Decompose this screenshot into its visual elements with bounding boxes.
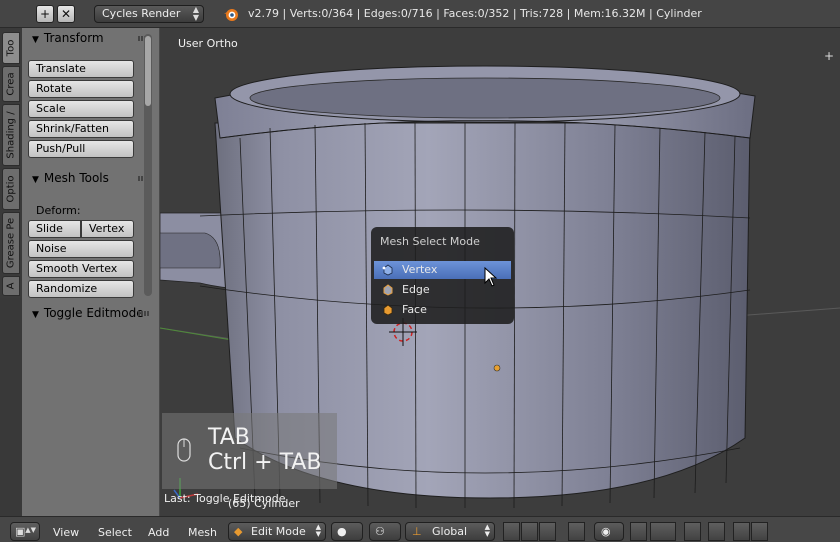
slide-vertex-button[interactable]: Vertex — [81, 220, 134, 238]
keystroke-line-2: Ctrl + TAB — [208, 450, 322, 475]
delete-screen-button[interactable]: ✕ — [57, 5, 75, 23]
translate-button[interactable]: Translate — [28, 60, 134, 78]
edit-mode-icon: ◆ — [234, 525, 243, 538]
render-engine-label: Cycles Render — [102, 7, 181, 20]
snap-toggle-button[interactable] — [630, 522, 647, 541]
mode-select[interactable]: ◆ Edit Mode ▲ ▼ — [228, 522, 326, 541]
viewport-shading-select[interactable]: ● — [331, 522, 363, 541]
render-engine-select[interactable]: Cycles Render ▲ ▼ — [94, 5, 204, 23]
mouse-icon — [177, 438, 191, 462]
cube-icon: ▣ — [15, 525, 26, 538]
slide-edge-button[interactable]: Slide Ed — [28, 220, 81, 251]
toggle-editmode-panel-header[interactable]: ▼ Toggle Editmode — [22, 303, 160, 323]
tab-animation[interactable]: A — [2, 276, 20, 296]
blender-window: + ✕ Cycles Render ▲ ▼ v2.79 | Verts:0/364… — [0, 0, 840, 542]
menu-item-face[interactable]: Face — [374, 301, 511, 319]
mirror-button[interactable] — [708, 522, 725, 541]
shrink-fatten-button[interactable]: Shrink/Fatten — [28, 120, 134, 138]
select-menu[interactable]: Select — [98, 526, 132, 539]
tab-create[interactable]: Crea — [2, 66, 20, 102]
x-icon: ✕ — [60, 7, 72, 21]
toolshelf-scrollbar-thumb[interactable] — [145, 36, 151, 106]
transform-panel-header[interactable]: ▼ Transform — [22, 28, 160, 48]
mouse-pointer-icon — [484, 267, 498, 287]
face-select-mode-button[interactable] — [539, 522, 556, 541]
toolshelf-tabs: Too Crea Shading / Optio Grease Pe A — [0, 28, 22, 298]
tool-shelf: ▼ Transform Translate Rotate Scale Shrink… — [22, 28, 160, 542]
tab-grease-pencil[interactable]: Grease Pe — [2, 212, 20, 274]
edge-select-mode-button[interactable] — [521, 522, 538, 541]
collapse-triangle-icon: ▼ — [32, 35, 39, 45]
randomize-button[interactable]: Randomize — [28, 280, 134, 298]
view-menu[interactable]: View — [53, 526, 79, 539]
drag-grip-icon[interactable] — [138, 311, 150, 316]
chevron-down-icon: ▲▼ — [25, 526, 36, 534]
sphere-icon: ● — [337, 525, 347, 538]
manipulator-icon: ⊥ — [412, 525, 422, 538]
updown-arrows-icon: ▲ ▼ — [192, 5, 199, 22]
info-header: + ✕ Cycles Render ▲ ▼ v2.79 | Verts:0/364… — [0, 0, 840, 28]
vertex-select-icon — [382, 264, 393, 276]
blender-logo-icon[interactable] — [222, 5, 240, 23]
circle-icon: ◉ — [601, 525, 611, 538]
pivot-point-select[interactable]: ⚇ — [369, 522, 401, 541]
tab-options[interactable]: Optio — [2, 168, 20, 210]
limit-selection-button[interactable] — [568, 522, 585, 541]
scene-statistics: v2.79 | Verts:0/364 | Edges:0/716 | Face… — [248, 7, 702, 20]
updown-arrows-icon: ▲ ▼ — [484, 523, 490, 538]
render-animation-icon[interactable] — [751, 522, 768, 541]
add-screen-button[interactable]: + — [36, 5, 54, 23]
pivot-icon: ⚇ — [375, 525, 385, 538]
noise-button[interactable]: Noise — [28, 240, 134, 258]
updown-arrows-icon: ▲ ▼ — [315, 523, 321, 538]
mesh-tools-panel-header[interactable]: ▼ Mesh Tools — [22, 168, 160, 188]
editor-type-button[interactable]: ▣ ▲▼ — [10, 522, 40, 541]
rotate-button[interactable]: Rotate — [28, 80, 134, 98]
mesh-select-mode-menu: Mesh Select Mode Vertex Edge Face — [371, 227, 514, 324]
edge-select-icon — [383, 284, 393, 296]
view-label: User Ortho — [178, 37, 238, 50]
proportional-editing-select[interactable]: ◉ — [594, 522, 624, 541]
render-camera-icon[interactable] — [733, 522, 750, 541]
tab-shading-uvs[interactable]: Shading / — [2, 104, 20, 166]
smooth-vertex-button[interactable]: Smooth Vertex — [28, 260, 134, 278]
3d-view-header: ▣ ▲▼ View Select Add Mesh ◆ Edit Mode ▲ ▼… — [0, 516, 840, 542]
keystroke-line-1: TAB — [208, 425, 250, 450]
face-select-icon — [383, 304, 393, 316]
plus-icon[interactable]: + — [824, 50, 836, 62]
collapse-triangle-icon: ▼ — [32, 175, 39, 185]
mesh-menu[interactable]: Mesh — [188, 526, 217, 539]
tab-tools[interactable]: Too — [2, 32, 20, 64]
plus-icon: + — [39, 7, 51, 21]
transform-orientation-select[interactable]: ⊥ Global ▲ ▼ — [405, 522, 495, 541]
collapse-triangle-icon: ▼ — [32, 310, 39, 320]
deform-label: Deform: — [36, 204, 81, 217]
object-origin-icon — [493, 364, 501, 372]
vertex-select-mode-button[interactable] — [503, 522, 520, 541]
snap-target-button[interactable] — [684, 522, 701, 541]
snap-element-select[interactable] — [650, 522, 676, 541]
scale-button[interactable]: Scale — [28, 100, 134, 118]
object-name-label: (65) Cylinder — [228, 497, 300, 510]
push-pull-button[interactable]: Push/Pull — [28, 140, 134, 158]
menu-title: Mesh Select Mode — [380, 235, 480, 248]
add-menu[interactable]: Add — [148, 526, 169, 539]
